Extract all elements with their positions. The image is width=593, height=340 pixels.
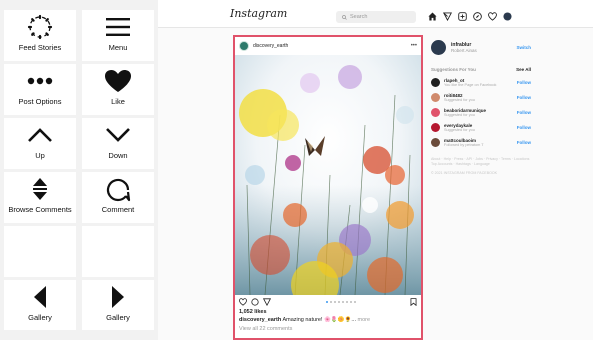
home-icon[interactable] [427, 11, 437, 21]
triangle-left-icon [4, 280, 76, 314]
switch-account-link[interactable]: Switch [516, 45, 531, 50]
caption-more-link[interactable]: more [358, 317, 371, 323]
caption-username[interactable]: discovery_earth [239, 317, 281, 323]
follow-button[interactable]: Follow [517, 140, 531, 145]
new-post-icon[interactable] [457, 11, 467, 21]
post-options-label: Post Options [18, 97, 62, 106]
comment-bubble-icon [82, 172, 154, 206]
post-photo[interactable] [235, 55, 421, 295]
suggestions-list: rlapeh_ot You like the Page on Facebook Fo… [431, 77, 531, 147]
search-icon [342, 14, 347, 20]
gallery-previous-label: Gallery [28, 313, 52, 322]
screen: Feed Stories Menu Post Options Like Up D… [0, 0, 593, 340]
gallery-next-label: Gallery [106, 313, 130, 322]
suggestion-row: beaboridarmunique Suggested for you Follow [431, 107, 531, 117]
up-label: Up [35, 151, 45, 160]
post-options-button[interactable]: Post Options [4, 64, 76, 115]
top-navbar: Instagram Search [158, 0, 593, 28]
empty-slot [4, 226, 76, 277]
suggestion-avatar[interactable] [431, 107, 440, 117]
direct-message-icon[interactable] [442, 11, 452, 21]
suggestion-reason: Followed by petratom T [444, 142, 484, 147]
follow-button[interactable]: Follow [517, 110, 531, 115]
chevron-up-icon [4, 118, 76, 152]
heart-icon [82, 64, 154, 98]
suggestion-avatar[interactable] [431, 122, 440, 132]
instagram-page: Instagram Search discovery_earth ••• 1,0… [158, 0, 593, 340]
current-user-name: Robert Ainas [451, 48, 477, 53]
post-options-icon[interactable]: ••• [411, 43, 417, 49]
current-user-avatar[interactable] [431, 40, 446, 55]
view-comments-link[interactable]: View all 22 comments [235, 323, 421, 332]
gallery-previous-button[interactable]: Gallery [4, 280, 76, 330]
caption-text: Amazing nature! 🌸🌷🌼🌻... [282, 317, 356, 323]
comment-label: Comment [101, 205, 135, 214]
current-user: infrablur Robert Ainas Switch [431, 40, 531, 55]
carousel-dots [275, 301, 406, 303]
chevron-down-icon [82, 118, 154, 152]
suggestion-reason: Suggested for you [444, 127, 475, 132]
empty-slot [82, 226, 154, 277]
comment-button[interactable]: Comment [82, 172, 154, 223]
feed-stories-button[interactable]: Feed Stories [4, 10, 76, 61]
up-down-arrows-icon [4, 172, 76, 206]
activity-heart-icon[interactable] [487, 11, 497, 21]
suggestion-username[interactable]: beaboridarmunique [444, 108, 486, 113]
gallery-next-button[interactable]: Gallery [82, 280, 154, 330]
save-bookmark-icon[interactable] [410, 298, 417, 306]
post-caption: discovery_earth Amazing nature! 🌸🌷🌼🌻... … [235, 315, 421, 323]
control-pad: Feed Stories Menu Post Options Like Up D… [0, 0, 158, 340]
up-button[interactable]: Up [4, 118, 76, 169]
suggestions-title: Suggestions For You [431, 67, 476, 72]
suggestion-reason: Suggested for you [444, 97, 475, 102]
suggestion-reason: Suggested for you [444, 112, 475, 117]
suggestion-avatar[interactable] [431, 137, 440, 147]
footer-links-secondary[interactable]: Top Accounts · Hashtags · Language [431, 162, 531, 167]
suggestion-row: roiti8482 Suggested for you Follow [431, 92, 531, 102]
nav-icons [427, 11, 512, 21]
sidebar-footer: About · Help · Press · API · Jobs · Priv… [431, 157, 531, 176]
suggestions-header: Suggestions For You See All [431, 67, 531, 72]
suggestion-row: everydaykale Suggested for you Follow [431, 122, 531, 132]
comment-icon[interactable] [251, 298, 259, 306]
three-dots-icon [4, 64, 76, 98]
post-actions [235, 295, 421, 309]
like-heart-icon[interactable] [239, 298, 247, 306]
browse-comments-button[interactable]: Browse Comments [4, 172, 76, 223]
post-header: discovery_earth ••• [235, 37, 421, 55]
triangle-right-icon [82, 280, 154, 314]
explore-compass-icon[interactable] [472, 11, 482, 21]
suggestion-row: mattcoulbaoim Followed by petratom T Follo… [431, 137, 531, 147]
like-label: Like [111, 97, 125, 106]
share-icon[interactable] [263, 298, 271, 306]
footer-copyright: © 2021 INSTAGRAM FROM FACEBOOK [431, 170, 498, 175]
post-author-avatar[interactable] [239, 41, 249, 51]
suggestion-reason: You like the Page on Facebook [444, 82, 497, 87]
menu-label: Menu [108, 43, 128, 52]
loading-circle-icon [4, 10, 76, 44]
menu-button[interactable]: Menu [82, 10, 154, 61]
search-input[interactable]: Search [336, 11, 416, 23]
follow-button[interactable]: Follow [517, 95, 531, 100]
follow-button[interactable]: Follow [517, 125, 531, 130]
suggestion-row: rlapeh_ot You like the Page on Facebook Fo… [431, 77, 531, 87]
post-author-username[interactable]: discovery_earth [253, 43, 288, 49]
see-all-link[interactable]: See All [516, 67, 531, 72]
feed-post: discovery_earth ••• 1,052 likes discover… [233, 35, 423, 340]
follow-button[interactable]: Follow [517, 80, 531, 85]
right-sidebar: infrablur Robert Ainas Switch Suggestion… [431, 40, 531, 176]
suggestion-avatar[interactable] [431, 77, 440, 87]
down-button[interactable]: Down [82, 118, 154, 169]
down-label: Down [108, 151, 128, 160]
browse-comments-label: Browse Comments [8, 205, 72, 214]
flower-field-image [235, 55, 421, 295]
feed-stories-label: Feed Stories [18, 43, 62, 52]
suggestion-avatar[interactable] [431, 92, 440, 102]
profile-avatar-icon[interactable] [502, 11, 512, 21]
suggestion-username[interactable]: everydaykale [444, 123, 475, 128]
like-button[interactable]: Like [82, 64, 154, 115]
instagram-logo[interactable]: Instagram [230, 7, 287, 20]
search-placeholder: Search [350, 14, 368, 20]
hamburger-menu-icon [82, 10, 154, 44]
